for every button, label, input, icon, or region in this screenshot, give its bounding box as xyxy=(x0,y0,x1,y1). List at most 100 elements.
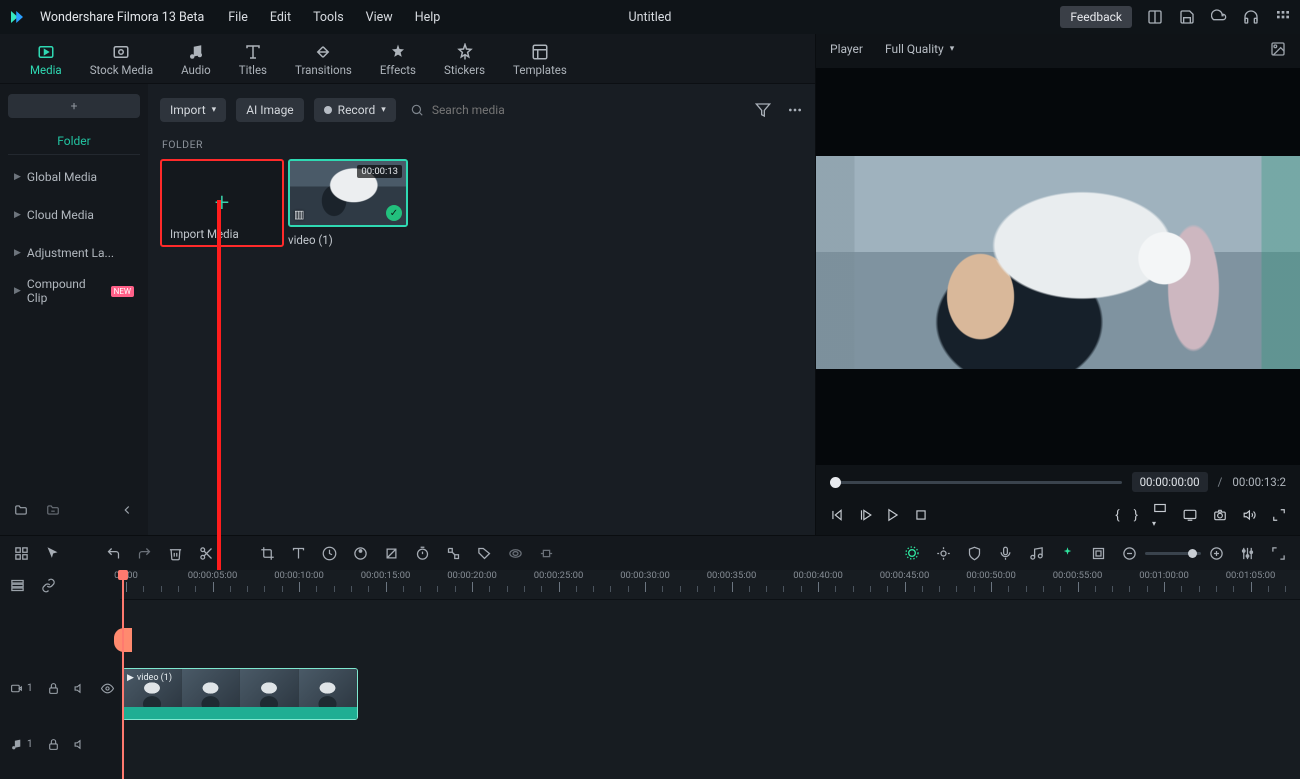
titles-icon xyxy=(244,43,262,61)
text-icon[interactable] xyxy=(291,546,306,561)
frame-icon[interactable] xyxy=(1091,546,1106,561)
volume-icon[interactable] xyxy=(1242,508,1258,522)
mic-icon[interactable] xyxy=(998,546,1013,561)
timeline-clip[interactable]: ▶ video (1) xyxy=(122,668,358,720)
zoom-out-icon[interactable] xyxy=(1122,546,1137,561)
menu-tools[interactable]: Tools xyxy=(313,10,344,25)
delete-icon[interactable] xyxy=(168,546,183,561)
menu-view[interactable]: View xyxy=(366,10,393,25)
track-visible-icon[interactable] xyxy=(101,682,114,695)
tab-titles[interactable]: Titles xyxy=(239,43,267,83)
timeline-canvas[interactable]: 00:0000:00:05:0000:00:10:0000:00:15:0000… xyxy=(120,570,1300,779)
play-pause-icon[interactable] xyxy=(858,508,872,522)
fit-icon[interactable] xyxy=(1271,546,1286,561)
tab-stock[interactable]: Stock Media xyxy=(90,43,153,83)
sidebar-item-compound[interactable]: ▶Compound ClipNEW xyxy=(8,275,140,307)
seek-knob[interactable] xyxy=(830,477,841,488)
more-icon[interactable] xyxy=(787,102,803,118)
ratio-icon[interactable]: ▾ xyxy=(1152,501,1168,529)
new-folder-icon[interactable] xyxy=(12,501,30,519)
expand-tool-icon[interactable] xyxy=(539,546,554,561)
tab-audio[interactable]: Audio xyxy=(181,43,211,83)
mixer-icon[interactable] xyxy=(1240,546,1255,561)
video-track-header[interactable]: 1 xyxy=(10,673,110,703)
sidebar-item-global[interactable]: ▶Global Media xyxy=(8,161,140,193)
select-tool-icon[interactable] xyxy=(14,546,29,561)
audio-track-header[interactable]: 1 xyxy=(10,729,110,759)
playhead[interactable] xyxy=(122,570,124,779)
time-ruler[interactable]: 00:0000:00:05:0000:00:10:0000:00:15:0000… xyxy=(120,570,1300,600)
tab-templates[interactable]: Templates xyxy=(513,43,567,83)
zoom-knob[interactable] xyxy=(1188,549,1197,558)
quality-dropdown[interactable]: Full Quality▾ xyxy=(885,42,954,56)
fullscreen-icon[interactable] xyxy=(1272,508,1286,522)
shield-icon[interactable] xyxy=(967,546,982,561)
record-dropdown[interactable]: Record▾ xyxy=(314,98,396,122)
search-input[interactable] xyxy=(432,103,592,117)
folder-label[interactable]: Folder xyxy=(8,124,140,155)
track-lock-icon[interactable] xyxy=(47,738,60,751)
display-icon[interactable] xyxy=(1182,508,1198,522)
support-icon[interactable] xyxy=(1242,8,1260,26)
cut-icon[interactable] xyxy=(199,546,214,561)
filter-icon[interactable] xyxy=(755,102,771,118)
seek-bar[interactable] xyxy=(830,481,1122,484)
add-folder-button[interactable]: + xyxy=(8,94,140,118)
layout-icon[interactable] xyxy=(1146,8,1164,26)
import-dropdown[interactable]: Import▾ xyxy=(160,98,226,122)
sparkle-icon[interactable] xyxy=(1060,546,1075,561)
keyframe-icon[interactable] xyxy=(446,546,461,561)
preview-viewport[interactable] xyxy=(816,68,1300,465)
ai-image-button[interactable]: AI Image xyxy=(236,98,303,122)
mark-in-icon[interactable]: { xyxy=(1115,508,1119,523)
menu-edit[interactable]: Edit xyxy=(270,10,291,25)
link-icon[interactable] xyxy=(41,578,56,593)
folder-link-icon[interactable] xyxy=(44,501,62,519)
undo-icon[interactable] xyxy=(106,546,121,561)
player-tab[interactable]: Player xyxy=(830,42,863,56)
cloud-icon[interactable] xyxy=(1210,8,1228,26)
mark-out-icon[interactable]: } xyxy=(1134,508,1138,523)
camera-icon[interactable] xyxy=(1212,508,1228,522)
tag-icon[interactable] xyxy=(477,546,492,561)
music-icon[interactable] xyxy=(1029,546,1044,561)
prev-frame-icon[interactable] xyxy=(830,508,844,522)
save-icon[interactable] xyxy=(1178,8,1196,26)
track-mute-icon[interactable] xyxy=(74,738,87,751)
zoom-in-icon[interactable] xyxy=(1209,546,1224,561)
track-manage-icon[interactable] xyxy=(10,578,25,593)
crop-icon[interactable] xyxy=(260,546,275,561)
track-lock-icon[interactable] xyxy=(47,682,60,695)
menu-help[interactable]: Help xyxy=(415,10,441,25)
zoom-slider[interactable] xyxy=(1145,552,1201,555)
tab-stickers[interactable]: Stickers xyxy=(444,43,485,83)
apps-icon[interactable] xyxy=(1274,8,1292,26)
cursor-tool-icon[interactable] xyxy=(45,546,60,561)
tab-media[interactable]: Media xyxy=(30,43,62,83)
track-mute-icon[interactable] xyxy=(74,682,87,695)
import-media-card[interactable]: + Import Media xyxy=(160,159,280,265)
crop-zoom-icon[interactable] xyxy=(384,546,399,561)
mask-icon[interactable] xyxy=(508,546,523,561)
stop-icon[interactable] xyxy=(914,508,928,522)
enhance-icon[interactable] xyxy=(936,546,951,561)
sidebar-item-adjustment[interactable]: ▶Adjustment La... xyxy=(8,237,140,269)
search-box[interactable] xyxy=(410,103,592,117)
play-icon[interactable] xyxy=(886,508,900,522)
menu-file[interactable]: File xyxy=(228,10,248,25)
audio-track[interactable] xyxy=(120,730,1300,774)
speed-icon[interactable] xyxy=(322,546,337,561)
color-icon[interactable] xyxy=(353,546,368,561)
tab-effects[interactable]: Effects xyxy=(380,43,416,83)
redo-icon[interactable] xyxy=(137,546,152,561)
timer-icon[interactable] xyxy=(415,546,430,561)
sidebar-item-cloud[interactable]: ▶Cloud Media xyxy=(8,199,140,231)
collapse-sidebar-icon[interactable] xyxy=(118,501,136,519)
ai-tool-icon[interactable] xyxy=(904,545,920,561)
tab-transitions[interactable]: Transitions xyxy=(295,43,352,83)
ruler-label: 00:01:05:00 xyxy=(1226,570,1276,581)
media-clip-card[interactable]: 00:00:13 ▥ ✓ video (1) xyxy=(288,159,408,265)
feedback-button[interactable]: Feedback xyxy=(1060,6,1132,28)
snapshot-icon[interactable] xyxy=(1270,41,1286,57)
video-track[interactable]: ▶ video (1) xyxy=(120,666,1300,724)
